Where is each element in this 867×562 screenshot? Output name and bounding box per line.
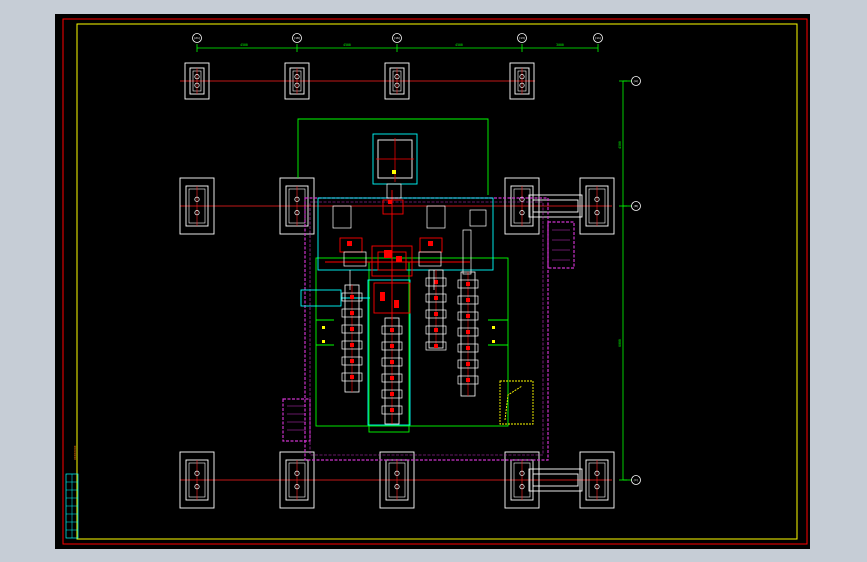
cad-viewport: XXXXXXXX 4500 4500 4500 3000 4500 6000 (… — [0, 0, 867, 562]
process-column — [425, 269, 447, 351]
vertical-note: XXXXXXXX — [73, 445, 77, 460]
cad-drawing[interactable]: XXXXXXXX 4500 4500 4500 3000 4500 6000 (… — [0, 0, 867, 562]
dim-top-1: 4500 — [240, 43, 248, 47]
process-column — [381, 317, 403, 425]
axis-top-4: (13) — [518, 36, 525, 40]
process-column — [341, 284, 363, 393]
process-column — [457, 271, 479, 397]
dim-top-3: 4500 — [455, 43, 463, 47]
axis-top-1: (21) — [193, 36, 200, 40]
axis-top-3: (16) — [393, 36, 400, 40]
axis-top-2: (18) — [293, 36, 300, 40]
drawing-sheet — [55, 14, 810, 549]
dim-right-1: 4500 — [618, 141, 622, 149]
axis-right-1: (A) — [633, 79, 639, 83]
dim-top-2: 4500 — [343, 43, 351, 47]
dim-right-2: 6000 — [618, 339, 622, 347]
dim-top-4: 3000 — [556, 43, 564, 47]
axis-right-2: (B) — [633, 204, 639, 208]
axis-top-5: (11) — [594, 36, 601, 40]
axis-right-3: (C) — [633, 478, 639, 482]
